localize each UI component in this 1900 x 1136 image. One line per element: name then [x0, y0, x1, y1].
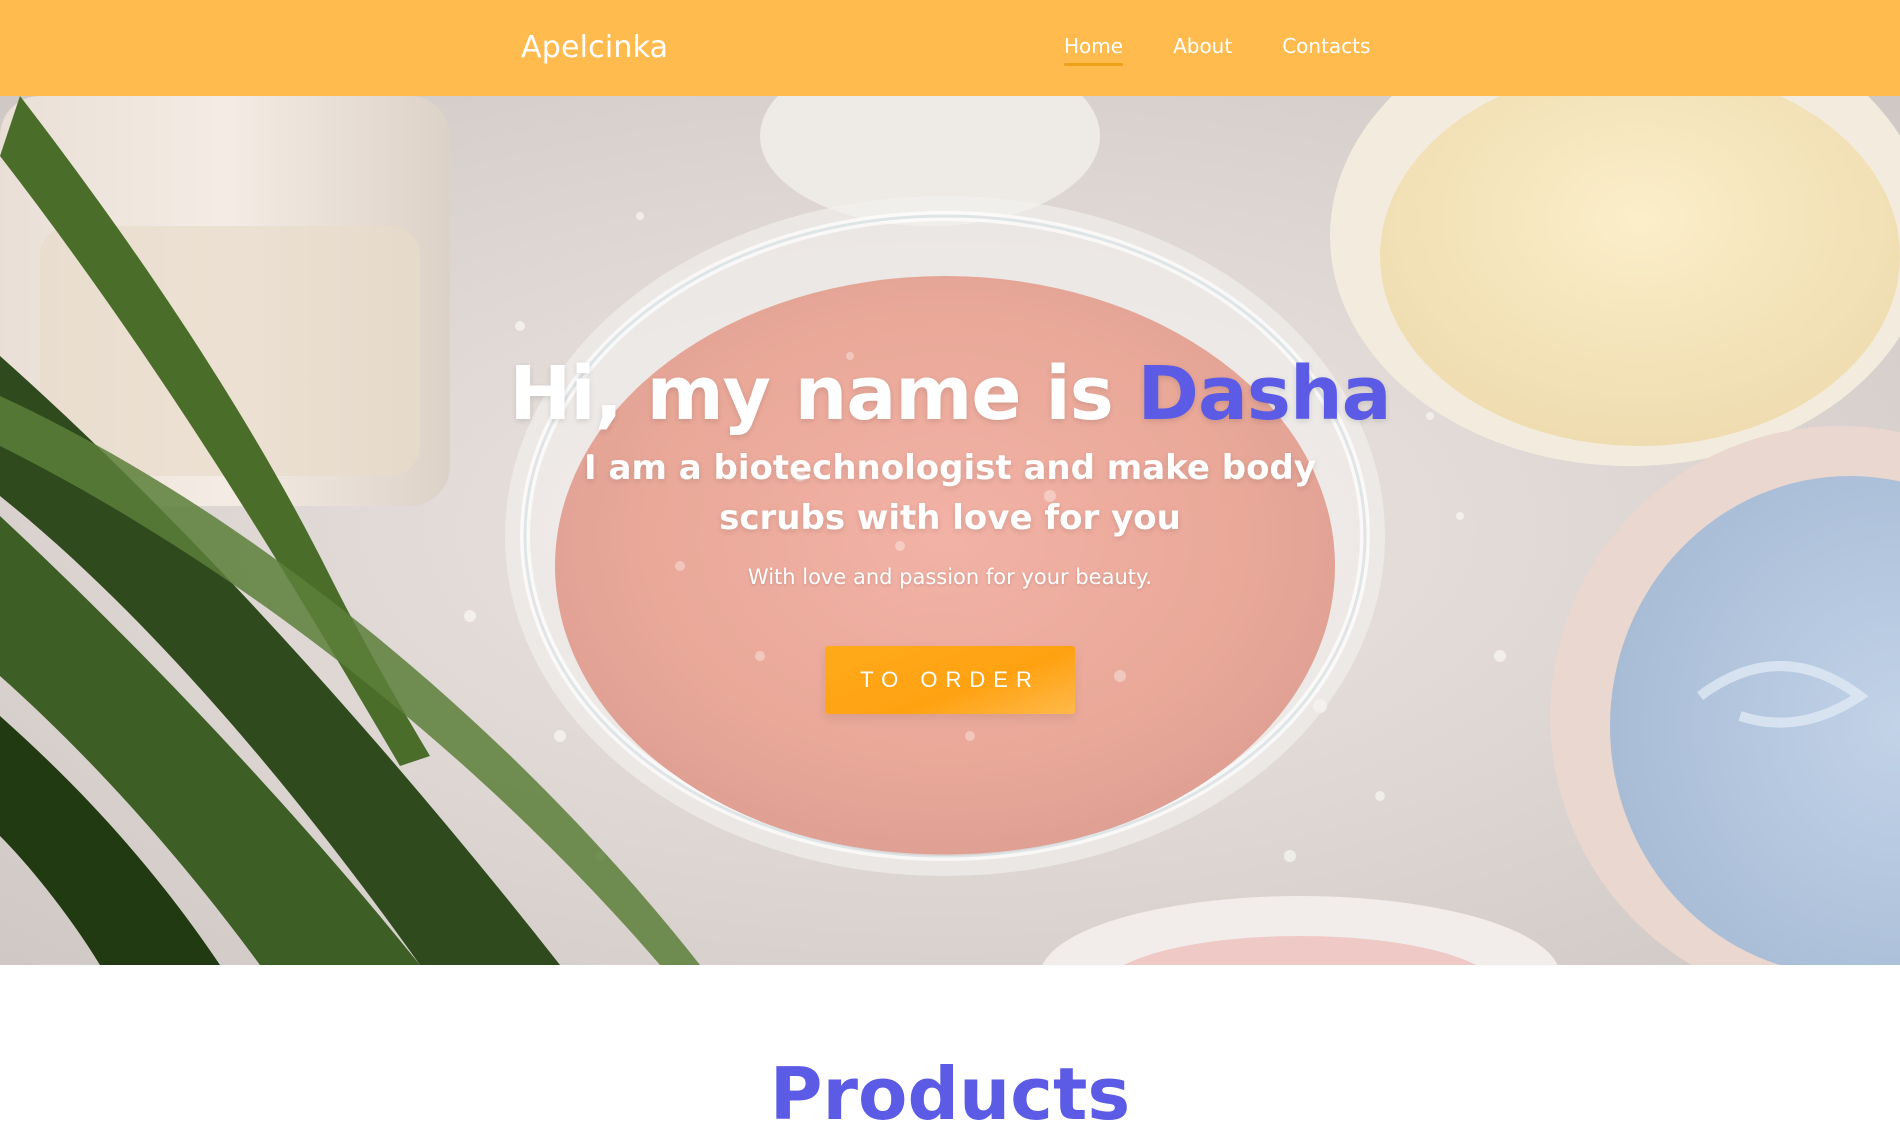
products-section-title: Products	[769, 1052, 1131, 1136]
nav-about[interactable]: About	[1173, 34, 1232, 62]
hero-title-name: Dasha	[1137, 351, 1392, 437]
site-header: Apelcinka Home About Contacts	[0, 0, 1900, 96]
hero-title-prefix: Hi, my name is	[509, 351, 1138, 437]
hero-title: Hi, my name is Dasha	[0, 351, 1900, 437]
hero-content: Hi, my name is Dasha I am a biotechnolog…	[0, 96, 1900, 965]
brand-logo-text[interactable]: Apelcinka	[521, 30, 668, 65]
hero-subtitle: I am a biotechnologist and make body scr…	[584, 448, 1316, 538]
nav-contacts[interactable]: Contacts	[1282, 34, 1370, 62]
hero-section: Hi, my name is Dasha I am a biotechnolog…	[0, 96, 1900, 965]
main-nav: Home About Contacts	[1064, 34, 1420, 66]
nav-home[interactable]: Home	[1064, 34, 1124, 66]
to-order-button[interactable]: TO ORDER	[825, 646, 1075, 714]
hero-tagline: With love and passion for your beauty.	[747, 565, 1153, 589]
